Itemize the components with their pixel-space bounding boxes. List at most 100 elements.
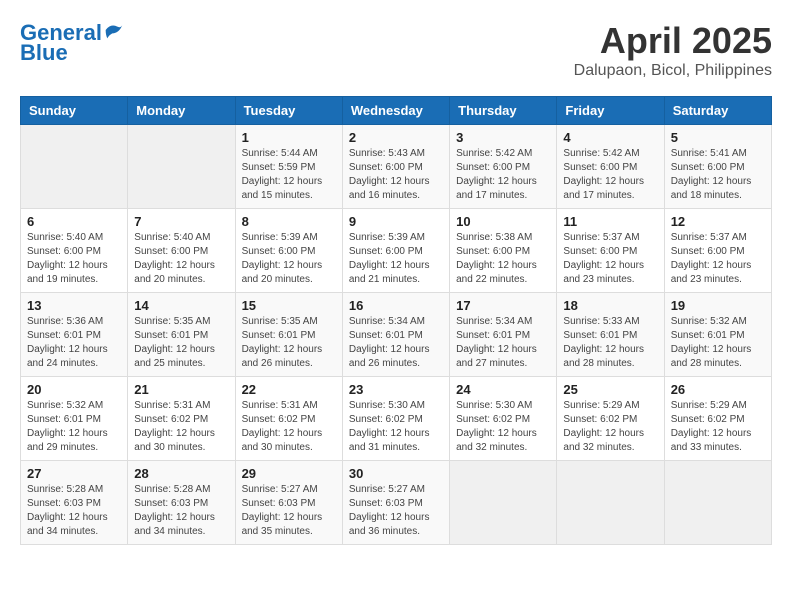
weekday-header: Sunday [21,97,128,125]
day-number: 5 [671,130,765,145]
day-info: Sunrise: 5:42 AM Sunset: 6:00 PM Dayligh… [456,147,550,203]
day-number: 21 [134,382,228,397]
day-info: Sunrise: 5:33 AM Sunset: 6:01 PM Dayligh… [563,315,657,371]
day-number: 11 [563,214,657,229]
day-number: 24 [456,382,550,397]
title-block: April 2025 Dalupaon, Bicol, Philippines [574,20,772,80]
calendar-day-cell: 29Sunrise: 5:27 AM Sunset: 6:03 PM Dayli… [235,461,342,545]
day-info: Sunrise: 5:35 AM Sunset: 6:01 PM Dayligh… [134,315,228,371]
weekday-header: Wednesday [342,97,449,125]
day-info: Sunrise: 5:27 AM Sunset: 6:03 PM Dayligh… [242,483,336,539]
day-number: 1 [242,130,336,145]
day-info: Sunrise: 5:27 AM Sunset: 6:03 PM Dayligh… [349,483,443,539]
day-number: 3 [456,130,550,145]
calendar-day-cell: 19Sunrise: 5:32 AM Sunset: 6:01 PM Dayli… [664,293,771,377]
calendar-day-cell [557,461,664,545]
day-number: 13 [27,298,121,313]
day-info: Sunrise: 5:31 AM Sunset: 6:02 PM Dayligh… [134,399,228,455]
calendar-day-cell [450,461,557,545]
calendar-day-cell: 4 Sunrise: 5:42 AM Sunset: 6:00 PM Daylig… [557,125,664,209]
day-info: Sunrise: 5:28 AM Sunset: 6:03 PM Dayligh… [134,483,228,539]
weekday-header: Friday [557,97,664,125]
weekday-header: Monday [128,97,235,125]
calendar-day-cell: 26 Sunrise: 5:29 AM Sunset: 6:02 PM Dayli… [664,377,771,461]
day-info: Sunrise: 5:28 AM Sunset: 6:03 PM Dayligh… [27,483,121,539]
calendar-day-cell: 5 Sunrise: 5:41 AM Sunset: 6:00 PM Daylig… [664,125,771,209]
day-number: 20 [27,382,121,397]
calendar-day-cell: 10 Sunrise: 5:38 AM Sunset: 6:00 PM Dayli… [450,209,557,293]
day-info: Sunrise: 5:41 AM Sunset: 6:00 PM Dayligh… [671,147,765,203]
calendar-day-cell: 18Sunrise: 5:33 AM Sunset: 6:01 PM Dayli… [557,293,664,377]
calendar-week-row: 20 Sunrise: 5:32 AM Sunset: 6:01 PM Dayli… [21,377,772,461]
day-number: 4 [563,130,657,145]
day-info: Sunrise: 5:40 AM Sunset: 6:00 PM Dayligh… [134,231,228,287]
calendar-day-cell: 1Sunrise: 5:44 AM Sunset: 5:59 PM Daylig… [235,125,342,209]
day-number: 28 [134,466,228,481]
calendar: SundayMondayTuesdayWednesdayThursdayFrid… [20,96,772,545]
day-info: Sunrise: 5:35 AM Sunset: 6:01 PM Dayligh… [242,315,336,371]
calendar-day-cell [128,125,235,209]
calendar-day-cell [664,461,771,545]
calendar-day-cell: 16Sunrise: 5:34 AM Sunset: 6:01 PM Dayli… [342,293,449,377]
day-number: 23 [349,382,443,397]
day-number: 15 [242,298,336,313]
calendar-day-cell [21,125,128,209]
weekday-header: Thursday [450,97,557,125]
day-info: Sunrise: 5:29 AM Sunset: 6:02 PM Dayligh… [563,399,657,455]
day-info: Sunrise: 5:36 AM Sunset: 6:01 PM Dayligh… [27,315,121,371]
day-number: 17 [456,298,550,313]
day-info: Sunrise: 5:39 AM Sunset: 6:00 PM Dayligh… [349,231,443,287]
calendar-day-cell: 2Sunrise: 5:43 AM Sunset: 6:00 PM Daylig… [342,125,449,209]
calendar-day-cell: 17 Sunrise: 5:34 AM Sunset: 6:01 PM Dayli… [450,293,557,377]
day-info: Sunrise: 5:34 AM Sunset: 6:01 PM Dayligh… [456,315,550,371]
day-info: Sunrise: 5:31 AM Sunset: 6:02 PM Dayligh… [242,399,336,455]
calendar-day-cell: 27Sunrise: 5:28 AM Sunset: 6:03 PM Dayli… [21,461,128,545]
weekday-header: Tuesday [235,97,342,125]
calendar-day-cell: 12Sunrise: 5:37 AM Sunset: 6:00 PM Dayli… [664,209,771,293]
day-number: 8 [242,214,336,229]
calendar-week-row: 13 Sunrise: 5:36 AM Sunset: 6:01 PM Dayli… [21,293,772,377]
calendar-day-cell: 21 Sunrise: 5:31 AM Sunset: 6:02 PM Dayli… [128,377,235,461]
day-info: Sunrise: 5:32 AM Sunset: 6:01 PM Dayligh… [27,399,121,455]
calendar-day-cell: 8 Sunrise: 5:39 AM Sunset: 6:00 PM Daylig… [235,209,342,293]
day-info: Sunrise: 5:42 AM Sunset: 6:00 PM Dayligh… [563,147,657,203]
calendar-day-cell: 15 Sunrise: 5:35 AM Sunset: 6:01 PM Dayli… [235,293,342,377]
calendar-day-cell: 14 Sunrise: 5:35 AM Sunset: 6:01 PM Dayli… [128,293,235,377]
day-info: Sunrise: 5:30 AM Sunset: 6:02 PM Dayligh… [456,399,550,455]
day-info: Sunrise: 5:39 AM Sunset: 6:00 PM Dayligh… [242,231,336,287]
main-title: April 2025 [574,20,772,62]
logo: General Blue [20,20,124,65]
day-number: 19 [671,298,765,313]
day-number: 26 [671,382,765,397]
calendar-day-cell: 7Sunrise: 5:40 AM Sunset: 6:00 PM Daylig… [128,209,235,293]
day-info: Sunrise: 5:40 AM Sunset: 6:00 PM Dayligh… [27,231,121,287]
calendar-header-row: SundayMondayTuesdayWednesdayThursdayFrid… [21,97,772,125]
calendar-day-cell: 24 Sunrise: 5:30 AM Sunset: 6:02 PM Dayli… [450,377,557,461]
day-info: Sunrise: 5:37 AM Sunset: 6:00 PM Dayligh… [563,231,657,287]
calendar-week-row: 1Sunrise: 5:44 AM Sunset: 5:59 PM Daylig… [21,125,772,209]
day-number: 10 [456,214,550,229]
day-info: Sunrise: 5:37 AM Sunset: 6:00 PM Dayligh… [671,231,765,287]
calendar-day-cell: 13 Sunrise: 5:36 AM Sunset: 6:01 PM Dayli… [21,293,128,377]
day-info: Sunrise: 5:38 AM Sunset: 6:00 PM Dayligh… [456,231,550,287]
logo-icon [104,20,124,40]
day-number: 30 [349,466,443,481]
day-info: Sunrise: 5:34 AM Sunset: 6:01 PM Dayligh… [349,315,443,371]
calendar-week-row: 6 Sunrise: 5:40 AM Sunset: 6:00 PM Daylig… [21,209,772,293]
day-number: 25 [563,382,657,397]
subtitle: Dalupaon, Bicol, Philippines [574,62,772,80]
weekday-header: Saturday [664,97,771,125]
day-number: 14 [134,298,228,313]
day-info: Sunrise: 5:30 AM Sunset: 6:02 PM Dayligh… [349,399,443,455]
day-number: 9 [349,214,443,229]
calendar-day-cell: 25 Sunrise: 5:29 AM Sunset: 6:02 PM Dayli… [557,377,664,461]
calendar-day-cell: 3 Sunrise: 5:42 AM Sunset: 6:00 PM Daylig… [450,125,557,209]
calendar-day-cell: 20 Sunrise: 5:32 AM Sunset: 6:01 PM Dayli… [21,377,128,461]
day-info: Sunrise: 5:43 AM Sunset: 6:00 PM Dayligh… [349,147,443,203]
calendar-week-row: 27Sunrise: 5:28 AM Sunset: 6:03 PM Dayli… [21,461,772,545]
calendar-day-cell: 11 Sunrise: 5:37 AM Sunset: 6:00 PM Dayli… [557,209,664,293]
page-header: General Blue April 2025 Dalupaon, Bicol,… [20,20,772,80]
day-info: Sunrise: 5:29 AM Sunset: 6:02 PM Dayligh… [671,399,765,455]
day-number: 6 [27,214,121,229]
calendar-day-cell: 30 Sunrise: 5:27 AM Sunset: 6:03 PM Dayli… [342,461,449,545]
